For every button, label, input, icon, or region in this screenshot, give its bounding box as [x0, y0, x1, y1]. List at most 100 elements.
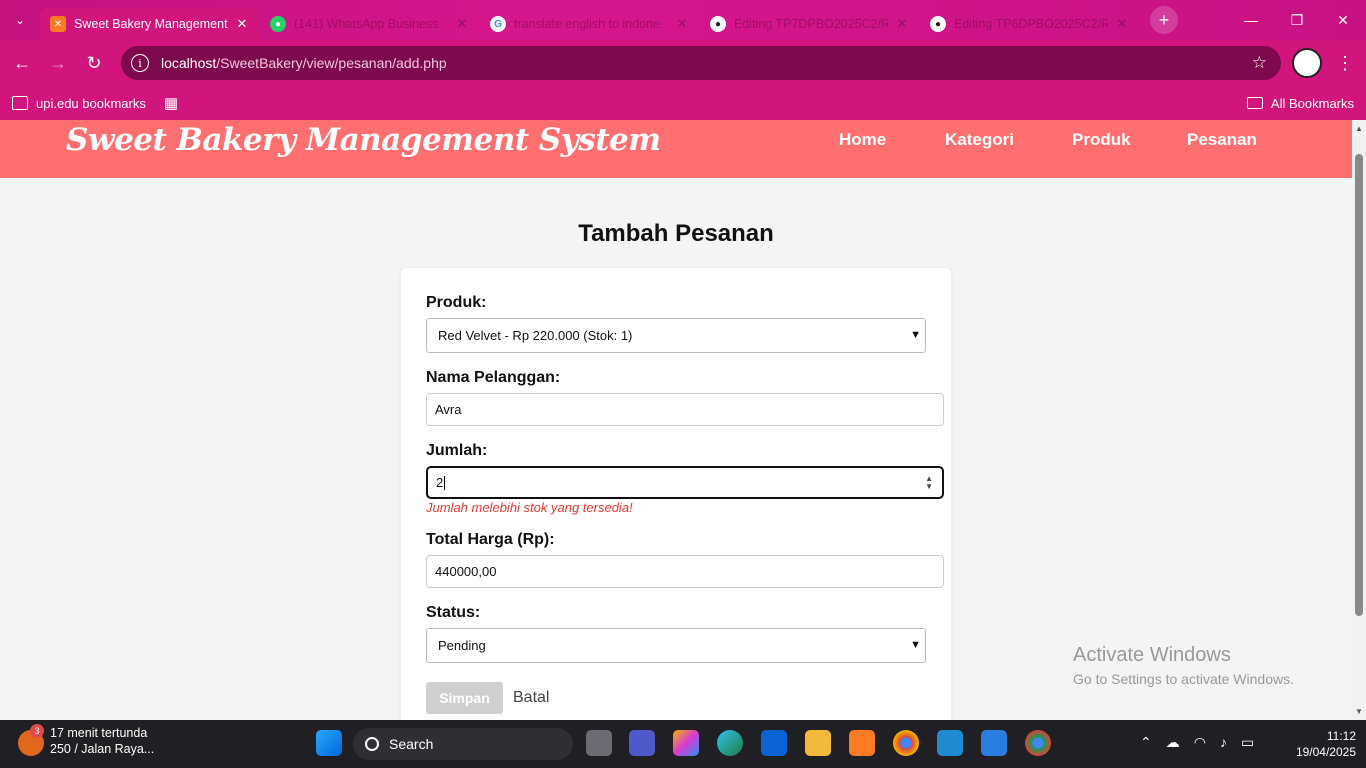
notepad-icon[interactable]	[981, 730, 1007, 756]
nav-produk[interactable]: Produk	[1072, 130, 1131, 150]
bookmark-folder-icon	[12, 96, 28, 110]
all-bookmarks-label: All Bookmarks	[1270, 95, 1354, 111]
close-tab-icon[interactable]: ✕	[1114, 16, 1130, 32]
jumlah-error-message: Jumlah melebihi stok yang tersedia!	[426, 500, 633, 515]
wifi-icon[interactable]: ◠	[1194, 734, 1206, 751]
tab-title: Editing TP6DPBO2025C2/R	[954, 17, 1108, 31]
scroll-down-icon[interactable]: ▼	[1355, 707, 1363, 716]
file-explorer-icon[interactable]	[805, 730, 831, 756]
notification-badge: 3	[30, 724, 44, 738]
bookmark-upi[interactable]: upi.edu bookmarks	[12, 96, 146, 111]
page-scrollbar[interactable]: ▲ ▼	[1352, 120, 1366, 720]
tab-github-tp7[interactable]: ● Editing TP7DPBO2025C2/R ✕	[700, 8, 920, 40]
total-value: 440000,00	[435, 564, 497, 579]
status-selected-value: Pending	[438, 638, 486, 653]
search-icon	[365, 737, 379, 751]
nav-home[interactable]: Home	[839, 130, 886, 150]
tab-github-tp6[interactable]: ● Editing TP6DPBO2025C2/R ✕	[920, 8, 1140, 40]
total-label: Total Harga (Rp):	[426, 531, 555, 548]
new-tab-button[interactable]: +	[1150, 6, 1178, 34]
weather-line2: 250 / Jalan Raya...	[50, 742, 155, 756]
watermark-line1: Activate Windows	[1073, 644, 1231, 666]
system-tray: ⌃ ☁ ◠ ♪ ▭	[1140, 734, 1254, 751]
edge-icon[interactable]	[717, 730, 743, 756]
tab-sweet-bakery[interactable]: ✕ Sweet Bakery Management S ✕	[40, 8, 260, 40]
folder-icon	[1246, 97, 1263, 109]
site-info-icon[interactable]: i	[131, 54, 149, 72]
volume-icon[interactable]: ♪	[1220, 734, 1227, 751]
tab-google-translate[interactable]: G translate english to indone ✕	[480, 8, 700, 40]
nama-pelanggan-input[interactable]: Avra	[426, 393, 944, 426]
bookmark-star-icon[interactable]: ☆	[1252, 53, 1267, 73]
produk-label: Produk:	[426, 294, 487, 311]
clock-date: 19/04/2025	[1295, 745, 1356, 759]
chrome-profile-icon[interactable]	[1025, 730, 1051, 756]
watermark-line2: Go to Settings to activate Windows.	[1073, 671, 1294, 687]
close-window-icon[interactable]: ✕	[1320, 0, 1366, 40]
all-bookmarks-button[interactable]: All Bookmarks	[1246, 86, 1354, 120]
windows-taskbar: 3 17 menit tertunda 250 / Jalan Raya... …	[0, 720, 1366, 768]
order-form-card: Produk: Red Velvet - Rp 220.000 (Stok: 1…	[401, 268, 951, 720]
xampp-icon: ✕	[50, 16, 66, 32]
chevron-up-icon[interactable]: ⌃	[1140, 734, 1152, 751]
site-header: Sweet Bakery Management System Home Kate…	[0, 120, 1352, 178]
search-label: Search	[389, 736, 434, 752]
outlook-icon[interactable]	[761, 730, 787, 756]
github-icon: ●	[710, 16, 726, 32]
simpan-button[interactable]: Simpan	[426, 682, 503, 714]
close-tab-icon[interactable]: ✕	[234, 16, 250, 32]
close-tab-icon[interactable]: ✕	[674, 16, 690, 32]
chrome-icon[interactable]	[893, 730, 919, 756]
tab-title: Sweet Bakery Management S	[74, 17, 228, 31]
jumlah-value: 2	[436, 475, 444, 490]
github-icon: ●	[930, 16, 946, 32]
page-viewport: Sweet Bakery Management System Home Kate…	[0, 120, 1352, 720]
tab-whatsapp[interactable]: ● (141) WhatsApp Business ✕	[260, 8, 480, 40]
back-arrow-icon[interactable]: ←	[4, 45, 40, 81]
close-tab-icon[interactable]: ✕	[454, 16, 470, 32]
url-host: localhost	[161, 55, 217, 71]
vscode-icon[interactable]	[937, 730, 963, 756]
total-harga-input[interactable]: 440000,00	[426, 555, 944, 588]
battery-icon[interactable]: ▭	[1241, 734, 1254, 751]
browser-tab-bar: ⌄ ✕ Sweet Bakery Management S ✕ ● (141) …	[0, 0, 1366, 40]
browser-toolbar: ← → ↻ i localhost/SweetBakery/view/pesan…	[0, 40, 1366, 86]
clock[interactable]: 11:12 19/04/2025	[1296, 728, 1356, 760]
taskbar-search[interactable]: Search	[353, 728, 573, 760]
copilot-icon[interactable]	[673, 730, 699, 756]
weather-widget[interactable]: 3 17 menit tertunda 250 / Jalan Raya...	[18, 724, 155, 756]
address-bar[interactable]: i localhost/SweetBakery/view/pesanan/add…	[121, 46, 1281, 80]
reload-icon[interactable]: ↻	[76, 45, 112, 81]
jumlah-label: Jumlah:	[426, 442, 488, 459]
close-tab-icon[interactable]: ✕	[894, 16, 910, 32]
tab-search-chevron-icon[interactable]: ⌄	[0, 0, 40, 40]
batal-link[interactable]: Batal	[513, 689, 549, 707]
activate-windows-watermark: Activate Windows Go to Settings to activ…	[1073, 644, 1294, 687]
status-label: Status:	[426, 604, 481, 621]
menu-kebab-icon[interactable]: ⋮	[1336, 48, 1354, 78]
chevron-down-icon: ▼	[910, 639, 921, 651]
jumlah-input[interactable]: 2 ▲ ▼	[426, 466, 944, 499]
nav-pesanan[interactable]: Pesanan	[1187, 130, 1257, 150]
produk-select[interactable]: Red Velvet - Rp 220.000 (Stok: 1) ▼	[426, 318, 926, 353]
xampp-icon[interactable]	[849, 730, 875, 756]
windows-start-icon[interactable]	[316, 730, 342, 756]
tab-title: translate english to indone	[514, 17, 660, 31]
nav-kategori[interactable]: Kategori	[945, 130, 1014, 150]
task-view-icon[interactable]	[586, 730, 612, 756]
nama-value: Avra	[435, 402, 462, 417]
page-title: Tambah Pesanan	[578, 220, 774, 247]
restore-icon[interactable]: ❐	[1274, 0, 1320, 40]
forward-arrow-icon[interactable]: →	[40, 45, 76, 81]
scroll-up-icon[interactable]: ▲	[1355, 124, 1363, 133]
apps-grid-icon[interactable]: ▦	[164, 94, 178, 112]
onedrive-icon[interactable]: ☁	[1166, 734, 1180, 751]
status-select[interactable]: Pending ▼	[426, 628, 926, 663]
weather-line1: 17 menit tertunda	[50, 726, 148, 740]
minimize-icon[interactable]: —	[1228, 0, 1274, 40]
teams-icon[interactable]	[629, 730, 655, 756]
profile-avatar[interactable]	[1292, 48, 1322, 78]
scroll-thumb[interactable]	[1355, 154, 1363, 616]
number-spinner-icon[interactable]: ▲ ▼	[925, 475, 933, 491]
nama-label: Nama Pelanggan:	[426, 369, 561, 386]
